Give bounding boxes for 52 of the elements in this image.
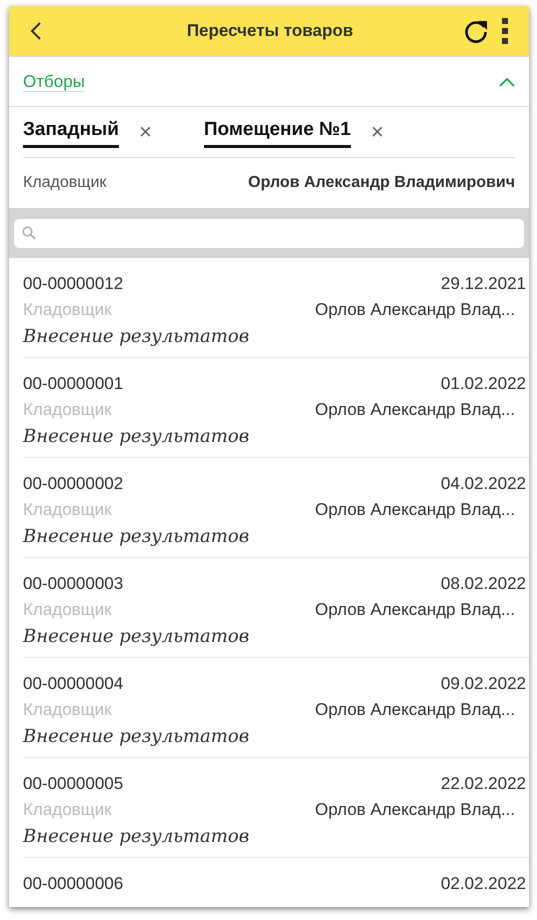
remove-button[interactable]: × (370, 121, 384, 143)
document-number: 00-00000001 (23, 373, 124, 396)
status-text: Внесение результатов (23, 824, 250, 848)
field-label: Кладовщик (23, 173, 106, 193)
person-name: Орлов Александр Влад... (315, 799, 515, 822)
status-text: Внесение результатов (23, 524, 250, 548)
document-date: 22.02.2022 (440, 773, 526, 796)
person-name: Орлов Александр Влад... (315, 299, 515, 322)
field-label: Кладовщик (23, 299, 112, 322)
refresh-icon (463, 18, 489, 44)
more-icon (502, 18, 508, 44)
document-number: 00-00000004 (23, 673, 124, 696)
filter-chip[interactable]: Помещение №1 (204, 116, 351, 148)
filter-chip[interactable]: Западный (23, 116, 119, 148)
list-row[interactable]: 00-00000003 08.02.2022 Кладовщик Орлов Александр Влад... Внесение результатов (9, 558, 529, 658)
document-date: 08.02.2022 (440, 573, 526, 596)
document-date: 09.02.2022 (440, 673, 526, 696)
document-number: 00-00000006 (23, 873, 124, 896)
remove-button[interactable]: × (138, 121, 152, 143)
person-name: Орлов Александр Влад... (315, 599, 515, 622)
field-value: Орлов Александр Владимирович (248, 173, 515, 193)
status-text: Внесение результатов (23, 624, 250, 648)
back-icon (30, 21, 42, 41)
document-number: 00-00000005 (23, 773, 124, 796)
status-text: Внесение результатов (23, 424, 250, 448)
document-number: 00-00000003 (23, 573, 124, 596)
person-name: Орлов Александр Влад... (315, 399, 515, 422)
screen-title: Пересчеты товаров (186, 20, 354, 42)
document-date: 29.12.2021 (440, 273, 526, 296)
list-row[interactable]: 00-00000004 09.02.2022 Кладовщик Орлов Александр Влад... Внесение результатов (9, 658, 529, 758)
field-label: Кладовщик (23, 499, 112, 522)
field-label: Кладовщик (23, 799, 112, 822)
document-number: 00-00000002 (23, 473, 124, 496)
document-date: 04.02.2022 (440, 473, 526, 496)
field-label: Кладовщик (23, 699, 112, 722)
document-date: 01.02.2022 (440, 373, 526, 396)
list-row[interactable]: 00-00000001 01.02.2022 Кладовщик Орлов Александр Влад... Внесение результатов (9, 358, 529, 458)
collapse-icon (499, 76, 515, 86)
status-text: Внесение результатов (23, 324, 250, 348)
status-text: Внесение результатов (23, 724, 250, 748)
list-row[interactable]: 00-00000005 22.02.2022 Кладовщик Орлов Александр Влад... Внесение результатов (9, 758, 529, 858)
document-number: 00-00000012 (23, 273, 124, 296)
field-label: Кладовщик (23, 399, 112, 422)
search-field[interactable] (14, 218, 524, 248)
search-icon (22, 226, 36, 240)
field-label: Кладовщик (23, 599, 112, 622)
person-name: Орлов Александр Влад... (315, 699, 515, 722)
document-date: 02.02.2022 (440, 873, 526, 896)
list-row[interactable]: 00-00000002 04.02.2022 Кладовщик Орлов Александр Влад... Внесение результатов (9, 458, 529, 558)
list-row[interactable]: 00-00000006 02.02.2022 (9, 858, 529, 907)
list-row[interactable]: 00-00000012 29.12.2021 Кладовщик Орлов Александр Влад... Внесение результатов (9, 258, 529, 358)
person-name: Орлов Александр Влад... (315, 499, 515, 522)
